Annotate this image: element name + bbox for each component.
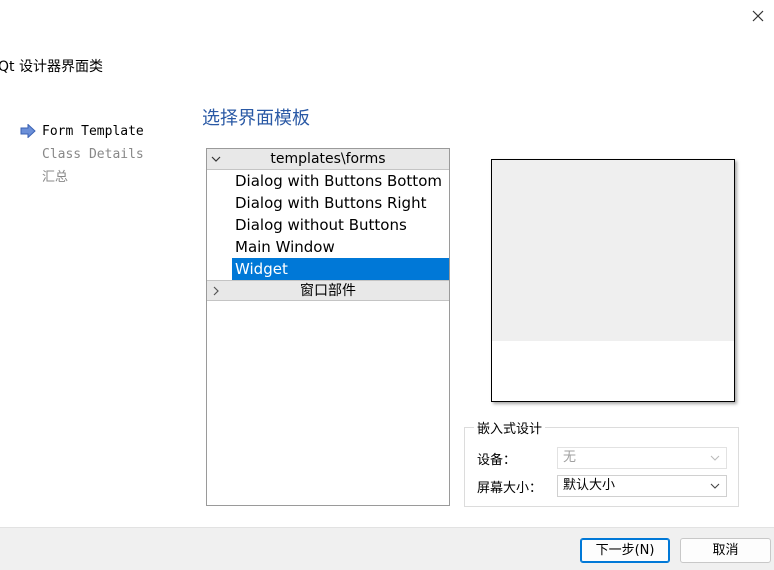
screen-size-label: 屏幕大小： [477,481,543,496]
current-step-arrow-icon [20,124,36,138]
device-select[interactable]: 无 [557,447,727,469]
tree-item[interactable]: Dialog with Buttons Right [207,192,449,214]
chevron-down-icon[interactable] [211,154,221,164]
button-bar: 下一步(N) 取消 [0,527,774,570]
wizard-steps: Form Template Class Details 汇总 [20,123,144,192]
step-summary: 汇总 [20,169,144,192]
embedded-design-title: 嵌入式设计 [474,418,546,437]
screen-size-select-value: 默认大小 [563,478,616,493]
step-label: Class Details [42,147,144,162]
tree-item[interactable]: Main Window [207,236,449,258]
preview-widget-area [492,160,734,341]
template-tree[interactable]: templates\forms Dialog with Buttons Bott… [206,148,450,506]
close-icon [752,10,764,22]
device-label: 设备： [477,453,517,468]
step-label: 汇总 [42,170,69,185]
chevron-down-icon [710,483,720,489]
step-class-details: Class Details [20,146,144,169]
device-select-value: 无 [563,450,577,465]
cancel-button[interactable]: 取消 [680,538,771,563]
tree-item[interactable]: Dialog without Buttons [207,214,449,236]
step-label: Form Template [42,124,144,139]
tree-item-selected[interactable]: Widget [232,258,449,280]
tree-group-label: templates\forms [270,151,386,167]
tree-group-widgets[interactable]: 窗口部件 [207,280,449,301]
chevron-down-icon [710,455,720,461]
next-button[interactable]: 下一步(N) [580,538,670,563]
tree-group-templates-forms[interactable]: templates\forms [207,149,449,170]
page-title: 选择界面模板 [202,108,310,129]
close-button[interactable] [746,4,770,28]
tree-group-label: 窗口部件 [300,283,356,299]
step-form-template: Form Template [20,123,144,146]
tree-item[interactable]: Dialog with Buttons Bottom [207,170,449,192]
screen-size-select[interactable]: 默认大小 [557,475,727,497]
template-preview [491,159,735,402]
chevron-right-icon[interactable] [211,286,221,296]
wizard-title: Qt 设计器界面类 [0,59,103,75]
